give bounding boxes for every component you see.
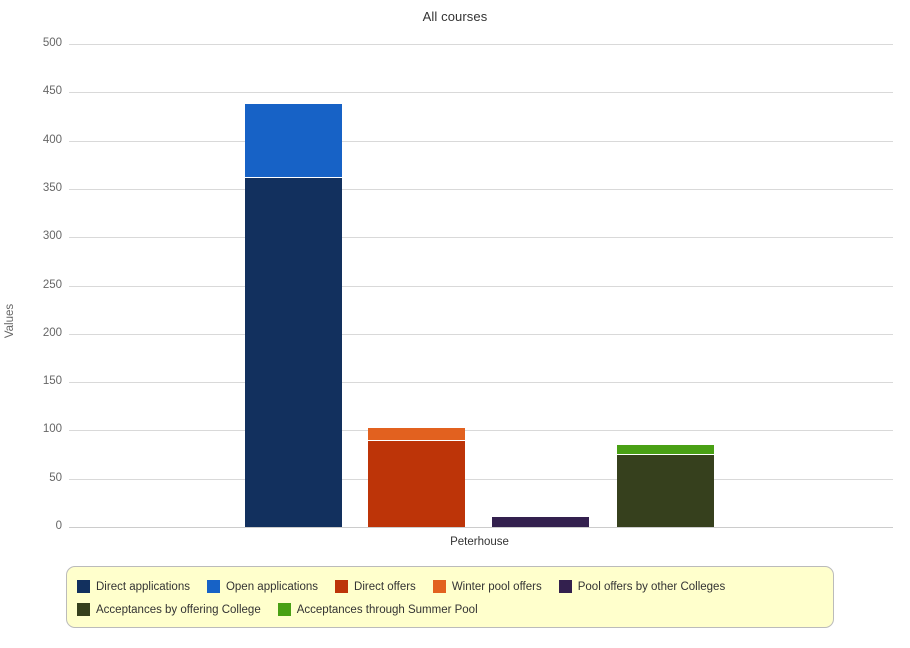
bar-stack[interactable]	[368, 426, 465, 527]
y-axis-tick-label: 150	[42, 375, 62, 388]
bar-stack[interactable]	[617, 443, 714, 527]
gridline	[69, 188, 893, 190]
bar-segment[interactable]	[368, 440, 465, 527]
y-axis-tick-label: 450	[42, 85, 62, 98]
y-axis-tick-label: 100	[42, 423, 62, 436]
legend-label: Direct applications	[96, 580, 190, 593]
bar-segment[interactable]	[368, 426, 465, 441]
legend-label: Acceptances through Summer Pool	[296, 603, 478, 616]
y-axis-title: Values	[4, 303, 16, 339]
legend-swatch-icon	[432, 580, 446, 593]
legend-label: Winter pool offers	[451, 580, 542, 593]
gridline	[69, 237, 893, 239]
legend-label: Direct offers	[354, 580, 416, 593]
y-axis-tick-label: 50	[49, 471, 62, 484]
legend-row: Acceptances by offering College Acceptanc…	[77, 598, 823, 621]
gridline	[69, 92, 893, 94]
gridline	[69, 478, 893, 480]
y-axis-tick-label: 500	[42, 37, 62, 49]
bar-stack[interactable]	[492, 516, 589, 527]
gridline	[69, 285, 893, 287]
bar-segment[interactable]	[617, 453, 714, 527]
legend-swatch-icon	[277, 603, 291, 616]
bar-segment[interactable]	[245, 177, 342, 527]
gridline	[69, 140, 893, 142]
y-axis: Values 0 50 100 150 200 250 300 350 400 450 500	[0, 37, 62, 532]
legend-label: Pool offers by other Colleges	[577, 580, 726, 593]
plot-area	[69, 44, 893, 528]
legend-swatch-icon	[335, 580, 349, 593]
chart-container: All courses Values 0 50 100 150 200 250 300 350…	[0, 0, 910, 648]
gridline	[69, 333, 893, 335]
gridline	[69, 44, 893, 45]
legend-item[interactable]: Acceptances by offering College	[77, 603, 261, 616]
legend-row: Direct applications Open applications Dire…	[77, 575, 823, 598]
legend-item[interactable]: Pool offers by other Colleges	[558, 580, 726, 593]
legend-item[interactable]: Open applications	[206, 580, 319, 593]
y-axis-tick-label: 300	[42, 230, 62, 243]
y-axis-tick-label: 250	[42, 278, 62, 291]
y-axis-tick-label: 400	[42, 133, 62, 146]
legend-swatch-icon	[77, 603, 90, 616]
y-axis-tick-label: 350	[42, 181, 62, 194]
bar-segment[interactable]	[492, 516, 589, 527]
gridline	[69, 527, 893, 528]
chart-legend: Direct applications Open applications Dire…	[66, 566, 834, 628]
chart-title: All courses	[422, 9, 488, 24]
legend-item[interactable]: Winter pool offers	[432, 580, 542, 593]
x-axis-tick-label: Peterhouse	[450, 536, 509, 548]
y-axis-tick-label: 200	[42, 326, 62, 339]
legend-item[interactable]: Direct offers	[335, 580, 416, 593]
legend-item[interactable]: Direct applications	[77, 580, 190, 593]
legend-item[interactable]: Acceptances through Summer Pool	[277, 603, 478, 616]
legend-swatch-icon	[77, 580, 90, 593]
legend-label: Open applications	[225, 580, 319, 593]
bar-segment[interactable]	[245, 102, 342, 178]
gridline	[69, 382, 893, 384]
bar-stack[interactable]	[245, 102, 342, 527]
y-axis-tick-label: 0	[55, 520, 62, 532]
legend-label: Acceptances by offering College	[96, 603, 261, 616]
legend-swatch-icon	[206, 580, 220, 593]
gridline	[69, 430, 893, 432]
legend-swatch-icon	[558, 580, 572, 593]
bar-segment[interactable]	[617, 443, 714, 454]
